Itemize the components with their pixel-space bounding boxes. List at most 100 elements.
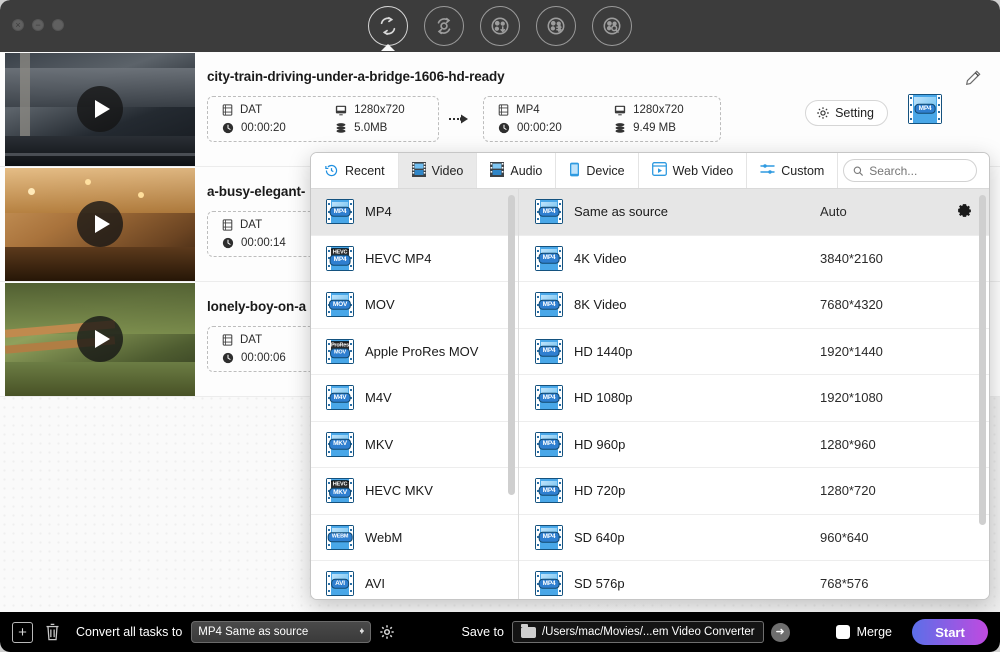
output-format-badge[interactable]: MP4 — [908, 93, 942, 129]
output-duration: 00:00:20 — [498, 122, 588, 134]
tab-label: Device — [586, 163, 625, 178]
play-icon[interactable] — [77, 316, 123, 362]
format-list-inner: MP4 MP4 HEVC MP4 HEVC MP4 MOV MOV ProRes MOV Appl… — [311, 189, 518, 599]
format-icon-label: MP4 — [329, 254, 351, 266]
play-icon[interactable] — [77, 201, 123, 247]
format-icon: MP4 — [535, 524, 563, 550]
search-input[interactable] — [869, 163, 967, 178]
format-item-label: WebM — [365, 529, 403, 545]
format-icon: ProRes MOV — [326, 338, 354, 364]
film-icon — [222, 103, 233, 116]
bottom-bar: + Convert all tasks to MP4 Same as sourc… — [0, 612, 1000, 652]
setting-button[interactable]: Setting — [805, 99, 888, 126]
task-row[interactable]: city-train-driving-under-a-bridge-1606-h… — [0, 52, 1000, 167]
tab-video[interactable]: Video — [398, 153, 478, 188]
video-thumbnail[interactable] — [5, 52, 195, 166]
format-item[interactable]: WEBM WebM — [311, 515, 518, 561]
gear-icon — [817, 106, 829, 119]
format-icon: M4V — [326, 385, 354, 411]
tab-device[interactable]: Device — [556, 153, 639, 188]
format-item[interactable]: MOV MOV — [311, 282, 518, 329]
resolution-settings-gear[interactable] — [956, 202, 973, 222]
resolution-item-value: Auto — [820, 204, 847, 220]
tab-audio[interactable]: Audio — [477, 153, 557, 188]
module-toolbar — [0, 0, 1000, 52]
format-item[interactable]: MKV MKV — [311, 422, 518, 468]
film-icon — [222, 218, 233, 231]
resolution-list-scrollbar[interactable] — [979, 195, 986, 525]
format-icon: MP4 — [535, 431, 563, 457]
format-icon-label: MKV — [329, 439, 351, 450]
tab-web-video[interactable]: Web Video — [638, 153, 748, 188]
tab-label: Audio — [510, 163, 543, 178]
tab-custom[interactable]: Custom — [747, 153, 839, 188]
edit-name-icon[interactable] — [964, 69, 982, 92]
save-path-field[interactable]: /Users/mac/Movies/...em Video Converter — [511, 621, 764, 643]
format-item[interactable]: AVI AVI — [311, 561, 518, 599]
open-folder-button[interactable]: ➜ — [770, 622, 790, 642]
search-icon — [853, 166, 863, 176]
resolution-item[interactable]: MP4 HD 720p 1280*720 — [519, 468, 989, 515]
ripper-tab-icon[interactable] — [424, 6, 464, 46]
active-tab-caret — [381, 44, 395, 51]
resolution-item[interactable]: MP4 HD 1440p 1920*1440 — [519, 329, 989, 375]
resolution-item[interactable]: MP4 HD 1080p 1920*1080 — [519, 375, 989, 422]
format-icon-label: WEBM — [327, 532, 353, 542]
resolution-list[interactable]: MP4 Same as source Auto MP4 4K Video 3840*216… — [519, 189, 989, 599]
format-icon: MKV — [326, 431, 354, 457]
resolution-item[interactable]: MP4 4K Video 3840*2160 — [519, 236, 989, 282]
format-item[interactable]: M4V M4V — [311, 375, 518, 422]
source-duration: 00:00:20 — [222, 122, 309, 134]
format-item[interactable]: MP4 MP4 — [311, 189, 518, 236]
format-icon: WEBM — [326, 524, 354, 550]
format-icon: MP4 — [326, 199, 354, 225]
start-button[interactable]: Start — [912, 619, 988, 645]
resolution-item-label: HD 720p — [574, 483, 626, 499]
format-item[interactable]: HEVC MKV HEVC MKV — [311, 468, 518, 515]
format-icon-label: MP4 — [538, 206, 560, 217]
resolution-item[interactable]: MP4 HD 960p 1280*960 — [519, 422, 989, 468]
video-thumbnail[interactable] — [5, 282, 195, 396]
format-item[interactable]: ProRes MOV Apple ProRes MOV — [311, 329, 518, 375]
resolution-item[interactable]: MP4 SD 640p 960*640 — [519, 515, 989, 561]
output-info-box[interactable]: MP4 1280x720 00:00:20 9.49 MB — [483, 95, 721, 142]
format-icon-label: M4V — [329, 392, 351, 403]
format-list-scrollbar[interactable] — [508, 195, 515, 495]
resolution-item-value: 1920*1440 — [820, 343, 883, 359]
app-window: × − city-train-driving-under-a-bridge-16… — [0, 0, 1000, 652]
resolution-item-value: 1280*720 — [820, 483, 876, 499]
device-icon — [569, 162, 580, 180]
convert-all-select[interactable]: MP4 Same as source ▲ ▼ — [191, 621, 372, 643]
convert-settings-gear[interactable] — [379, 624, 395, 640]
film-icon — [222, 333, 233, 346]
format-item-label: AVI — [365, 576, 385, 592]
audio-icon — [490, 161, 505, 180]
resolution-item[interactable]: MP4 Same as source Auto — [519, 189, 989, 236]
converter-tab-icon[interactable] — [368, 6, 408, 51]
video-thumbnail[interactable] — [5, 167, 195, 281]
resolution-item-value: 768*576 — [820, 576, 869, 592]
format-list[interactable]: MP4 MP4 HEVC MP4 HEVC MP4 MOV MOV ProRes MOV Appl… — [311, 189, 519, 599]
resolution-item[interactable]: MP4 SD 576p 768*576 — [519, 561, 989, 599]
toolbox-tab-icon[interactable] — [536, 6, 576, 46]
format-item-label: HEVC MKV — [365, 483, 433, 499]
play-icon[interactable] — [77, 86, 123, 132]
merge-checkbox[interactable] — [835, 625, 850, 639]
format-icon-label: MOV — [328, 299, 352, 310]
format-picker-body: MP4 MP4 HEVC MP4 HEVC MP4 MOV MOV ProRes MOV Appl… — [311, 189, 989, 599]
clock-icon — [222, 352, 234, 363]
format-search[interactable] — [843, 159, 977, 182]
format-icon-label: MP4 — [538, 346, 560, 357]
delete-button[interactable] — [43, 622, 62, 642]
add-file-button[interactable]: + — [12, 621, 33, 643]
format-icon-label: MP4 — [538, 299, 560, 310]
source-size: 5.0MB — [335, 122, 428, 134]
format-icon: MP4 — [535, 199, 563, 225]
task-info: city-train-driving-under-a-bridge-1606-h… — [195, 53, 1000, 166]
downloader-tab-icon[interactable] — [480, 6, 520, 46]
format-item-label: MP4 — [365, 204, 392, 220]
recorder-tab-icon[interactable] — [592, 6, 632, 46]
tab-recent[interactable]: Recent — [311, 153, 399, 188]
resolution-item[interactable]: MP4 8K Video 7680*4320 — [519, 282, 989, 329]
format-item[interactable]: HEVC MP4 HEVC MP4 — [311, 236, 518, 282]
